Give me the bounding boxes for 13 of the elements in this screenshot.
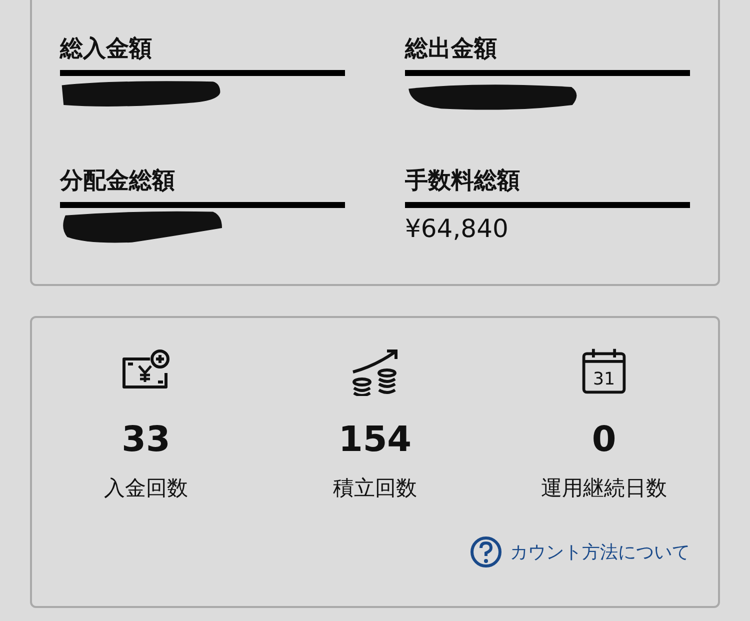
stat-number: 33 [122, 420, 170, 460]
stat-label: 運用継続日数 [541, 475, 667, 502]
summary-label: 総入金額 [60, 35, 153, 64]
stat-number: 0 [592, 420, 616, 460]
summary-label: 総出金額 [405, 35, 498, 64]
stat-label: 積立回数 [333, 475, 417, 502]
stat-label: 入金回数 [104, 475, 188, 502]
stat-number: 154 [338, 420, 412, 460]
summary-label: 分配金総額 [60, 167, 176, 196]
summary-value: ¥64,840 [405, 214, 508, 242]
help-link[interactable]: カウント方法について [470, 536, 690, 568]
help-icon [470, 536, 502, 568]
summary-label: 手数料総額 [405, 167, 521, 196]
